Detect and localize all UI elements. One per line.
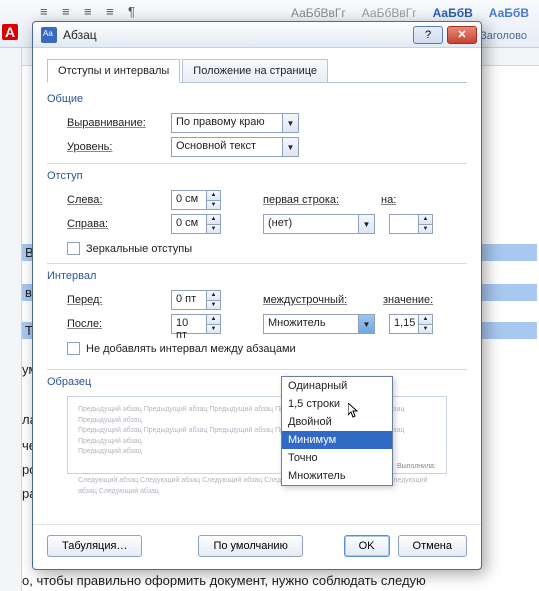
indent-right-spin[interactable]: 0 см▲▼: [171, 214, 221, 234]
indent-left-label: Слева:: [67, 194, 163, 206]
dialog-title: Абзац: [63, 28, 409, 42]
alignment-label: Выравнивание:: [67, 117, 163, 129]
paragraph-dialog: Абзац ? ✕ Отступы и интервалы Положение …: [32, 21, 482, 570]
by-label: на:: [381, 194, 411, 206]
tabs-button[interactable]: Табуляция…: [47, 535, 142, 557]
left-margin: [0, 48, 22, 591]
titlebar: Абзац ? ✕: [33, 22, 481, 48]
tab-position[interactable]: Положение на странице: [182, 59, 328, 83]
no-space-checkbox[interactable]: Не добавлять интервал между абзацами: [67, 342, 467, 355]
first-line-label: первая строка:: [263, 194, 373, 206]
after-label: После:: [67, 318, 163, 330]
line-spacing-combo[interactable]: Множитель▼: [263, 314, 375, 334]
section-indent: Отступ: [47, 170, 467, 182]
section-general: Общие: [47, 93, 467, 105]
chevron-down-icon[interactable]: ▼: [282, 114, 298, 132]
tab-strip: Отступы и интервалы Положение на страниц…: [47, 58, 467, 83]
section-preview: Образец: [47, 376, 467, 388]
mirror-indents-checkbox[interactable]: Зеркальные отступы: [67, 242, 467, 255]
dropdown-option[interactable]: Точно: [282, 449, 392, 467]
at-spin[interactable]: 1,15▲▼: [389, 314, 433, 334]
dialog-icon: [41, 27, 57, 43]
button-row: Табуляция… По умолчанию OK Отмена: [33, 524, 481, 569]
indent-left-spin[interactable]: 0 см▲▼: [171, 190, 221, 210]
indent-right-label: Справа:: [67, 218, 163, 230]
cancel-button[interactable]: Отмена: [398, 535, 467, 557]
default-button[interactable]: По умолчанию: [198, 535, 302, 557]
dropdown-option-selected[interactable]: Минимум: [282, 431, 392, 449]
section-spacing: Интервал: [47, 270, 467, 282]
dropdown-option[interactable]: Двойной: [282, 413, 392, 431]
chevron-down-icon[interactable]: ▼: [282, 138, 298, 156]
alignment-combo[interactable]: По правому краю▼: [171, 113, 299, 133]
tab-indents[interactable]: Отступы и интервалы: [47, 59, 180, 83]
dropdown-option[interactable]: Множитель: [282, 467, 392, 485]
dropdown-option[interactable]: Одинарный: [282, 377, 392, 395]
ok-button[interactable]: OK: [344, 535, 390, 557]
first-line-combo[interactable]: (нет)▼: [263, 214, 375, 234]
dropdown-option[interactable]: 1,5 строки: [282, 395, 392, 413]
font-color-icon: A: [2, 24, 18, 40]
level-combo[interactable]: Основной текст▼: [171, 137, 299, 157]
line-spacing-label: междустрочный:: [263, 294, 375, 306]
before-label: Перед:: [67, 294, 163, 306]
level-label: Уровень:: [67, 141, 163, 153]
at-label: значение:: [383, 294, 443, 306]
close-button[interactable]: ✕: [447, 26, 477, 44]
before-spin[interactable]: 0 пт▲▼: [171, 290, 221, 310]
chevron-down-icon[interactable]: ▼: [358, 315, 374, 333]
help-button[interactable]: ?: [413, 26, 443, 44]
by-spin[interactable]: ▲▼: [389, 214, 433, 234]
after-spin[interactable]: 10 пт▲▼: [171, 314, 221, 334]
chevron-down-icon[interactable]: ▼: [358, 215, 374, 233]
line-spacing-dropdown: Одинарный 1,5 строки Двойной Минимум Точ…: [281, 376, 393, 486]
